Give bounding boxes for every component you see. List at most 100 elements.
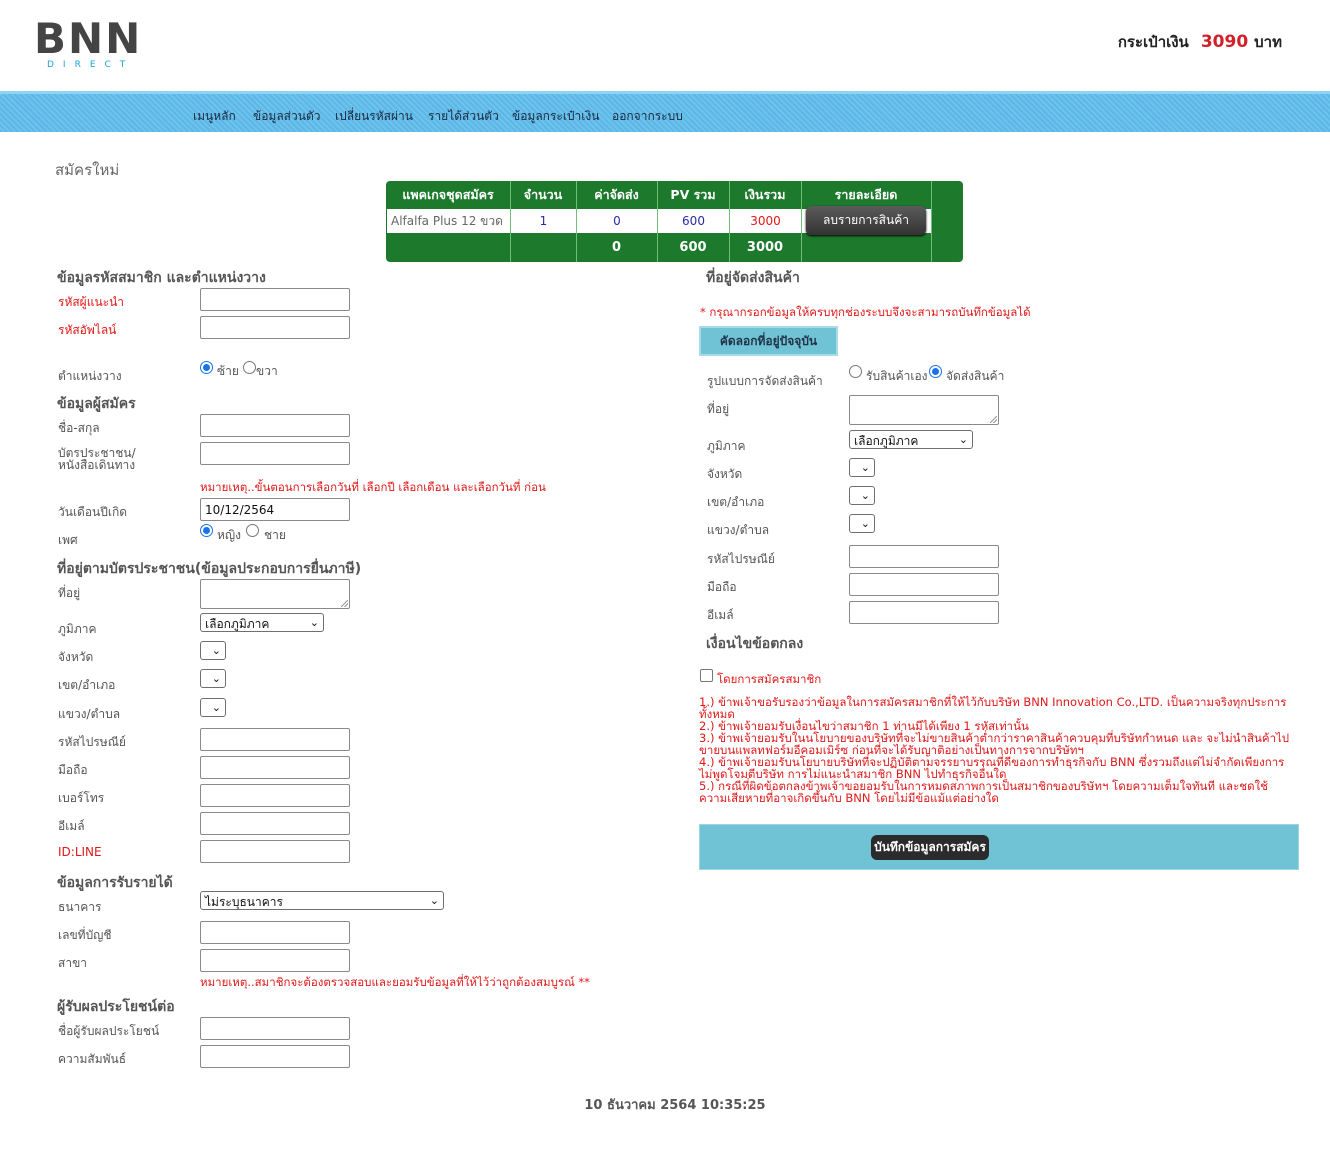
gender-male-radio[interactable] bbox=[246, 524, 259, 537]
postcode-input[interactable] bbox=[200, 728, 350, 751]
ship-subdistrict-select[interactable]: ⌄ bbox=[849, 514, 875, 533]
footer-pv: 600 bbox=[679, 240, 707, 255]
label-account-number: เลขที่บัญชี bbox=[58, 928, 112, 942]
label-line-id: ID:LINE bbox=[58, 845, 102, 859]
terms-line: ความเสียหายที่อาจเกิดขึ้นกับ BNN โดยไม่ม… bbox=[699, 791, 999, 805]
bnn-logo[interactable]: BNN DIRECT bbox=[34, 14, 154, 71]
relationship-input[interactable] bbox=[200, 1045, 350, 1068]
sponsor-code-input[interactable] bbox=[200, 288, 350, 311]
section-income: ข้อมูลการรับรายได้ bbox=[57, 875, 173, 891]
label-ship-province: จังหวัด bbox=[707, 467, 743, 481]
ship-address-textarea[interactable] bbox=[849, 395, 999, 425]
district-select[interactable]: ⌄ bbox=[200, 669, 226, 688]
gender-female-radio[interactable] bbox=[200, 524, 213, 537]
save-panel: บันทึกข้อมูลการสมัคร bbox=[699, 824, 1299, 870]
delete-item-button[interactable]: ลบรายการสินค้า bbox=[806, 206, 926, 235]
terms-text: 1.) ข้าพเจ้าขอรับรองว่าข้อมูลในการสมัครส… bbox=[699, 696, 1304, 804]
logo-text: BNN bbox=[34, 14, 143, 63]
agree-label: โดยการสมัครสมาชิก bbox=[717, 672, 822, 686]
label-province: จังหวัด bbox=[58, 650, 94, 664]
label-delivery-method: รูปแบบการจัดส่งสินค้า bbox=[707, 374, 823, 388]
copy-address-button[interactable]: คัดลอกที่อยู่ปัจจุบัน bbox=[699, 326, 838, 356]
bank-select-value: ไม่ระบุธนาคาร bbox=[205, 895, 283, 909]
label-ship-email: อีเมล์ bbox=[707, 608, 734, 622]
nav-wallet[interactable]: ข้อมูลกระเป๋าเงิน bbox=[512, 107, 599, 126]
footer-total: 3000 bbox=[746, 240, 784, 255]
subdistrict-select[interactable]: ⌄ bbox=[200, 698, 226, 717]
account-number-input[interactable] bbox=[200, 921, 350, 944]
nav-profile[interactable]: ข้อมูลส่วนตัว bbox=[253, 107, 320, 126]
table-divider bbox=[801, 181, 802, 262]
id-card-input[interactable] bbox=[200, 442, 350, 465]
province-select[interactable]: ⌄ bbox=[200, 641, 226, 660]
section-terms: เงื่อนไขข้อตกลง bbox=[706, 636, 804, 652]
chevron-down-icon: ⌄ bbox=[860, 517, 870, 530]
label-full-name: ชื่อ-สกุล bbox=[58, 421, 100, 435]
save-registration-button[interactable]: บันทึกข้อมูลการสมัคร bbox=[871, 835, 989, 860]
row-shipping: 0 bbox=[577, 209, 657, 233]
region-select-value: เลือกภูมิภาค bbox=[205, 617, 270, 631]
delivery-pickup-label: รับสินค้าเอง bbox=[866, 369, 928, 383]
ship-district-select[interactable]: ⌄ bbox=[849, 486, 875, 505]
ship-postcode-input[interactable] bbox=[849, 545, 999, 568]
beneficiary-name-input[interactable] bbox=[200, 1017, 350, 1040]
wallet-amount: 3090 bbox=[1200, 32, 1249, 52]
ship-mobile-input[interactable] bbox=[849, 573, 999, 596]
ship-province-select[interactable]: ⌄ bbox=[849, 458, 875, 477]
chevron-down-icon: ⌄ bbox=[860, 489, 870, 502]
region-select[interactable]: เลือกภูมิภาค ⌄ bbox=[200, 613, 324, 632]
label-relationship: ความสัมพันธ์ bbox=[58, 1052, 127, 1066]
package-table: แพคเกจชุดสมัคร จำนวน ค่าจัดส่ง PV รวม เง… bbox=[386, 181, 963, 262]
section-shipping-address: ที่อยู่จัดส่งสินค้า bbox=[706, 270, 800, 286]
note-date-select: หมายเหตุ..ขั้นตอนการเลือกวันที่ เลือกปี … bbox=[200, 480, 546, 494]
label-upline-code: รหัสอัพไลน์ bbox=[58, 323, 117, 337]
col-header-qty: จำนวน bbox=[523, 187, 563, 202]
footer-datetime: 10 ธันวาคม 2564 10:35:25 bbox=[584, 1098, 766, 1113]
nav-change-password[interactable]: เปลี่ยนรหัสผ่าน bbox=[335, 107, 413, 126]
label-ship-address: ที่อยู่ bbox=[707, 402, 730, 416]
phone-input[interactable] bbox=[200, 784, 350, 807]
label-ship-subdistrict: แขวง/ตำบล bbox=[707, 523, 770, 537]
table-divider bbox=[576, 181, 577, 262]
label-ship-mobile: มือถือ bbox=[707, 580, 737, 594]
chevron-down-icon: ⌄ bbox=[958, 433, 968, 446]
wallet-label: กระเป๋าเงิน bbox=[1117, 33, 1189, 51]
table-divider bbox=[657, 181, 658, 262]
section-applicant: ข้อมูลผู้สมัคร bbox=[57, 396, 136, 412]
label-postcode: รหัสไปรษณีย์ bbox=[58, 735, 126, 749]
position-left-radio[interactable] bbox=[200, 361, 213, 374]
full-name-input[interactable] bbox=[200, 414, 350, 437]
agree-checkbox[interactable] bbox=[700, 669, 713, 682]
upline-code-input[interactable] bbox=[200, 316, 350, 339]
row-total: 3000 bbox=[730, 209, 801, 233]
birth-date-input[interactable] bbox=[200, 498, 350, 521]
nav-logout[interactable]: ออกจากระบบ bbox=[612, 107, 683, 126]
resize-grip-icon[interactable] bbox=[990, 416, 997, 423]
ship-region-select[interactable]: เลือกภูมิภาค ⌄ bbox=[849, 430, 973, 449]
email-input[interactable] bbox=[200, 812, 350, 835]
label-phone: เบอร์โทร bbox=[58, 791, 105, 805]
delivery-ship-radio[interactable] bbox=[929, 365, 942, 378]
label-id-card: บัตรประชาชน/ หนังสือเดินทาง bbox=[58, 447, 136, 471]
nav-income[interactable]: รายได้ส่วนตัว bbox=[428, 107, 499, 126]
table-divider bbox=[931, 181, 932, 262]
label-subdistrict: แขวง/ตำบล bbox=[58, 707, 121, 721]
label-sponsor-code: รหัสผู้แนะนำ bbox=[58, 295, 125, 309]
nav-home[interactable]: เมนูหลัก bbox=[193, 107, 236, 126]
ship-email-input[interactable] bbox=[849, 601, 999, 624]
address-textarea[interactable] bbox=[200, 579, 350, 609]
delivery-ship-label: จัดส่งสินค้า bbox=[946, 369, 1005, 383]
col-header-pv: PV รวม bbox=[670, 187, 716, 202]
delivery-pickup-radio[interactable] bbox=[849, 365, 862, 378]
mobile-input[interactable] bbox=[200, 756, 350, 779]
label-region: ภูมิภาค bbox=[58, 622, 97, 636]
resize-grip-icon[interactable] bbox=[341, 600, 348, 607]
line-id-input[interactable] bbox=[200, 840, 350, 863]
col-header-total: เงินรวม bbox=[744, 187, 786, 202]
label-ship-postcode: รหัสไปรษณีย์ bbox=[707, 552, 775, 566]
branch-input[interactable] bbox=[200, 949, 350, 972]
row-qty: 1 bbox=[511, 209, 576, 233]
bank-select[interactable]: ไม่ระบุธนาคาร ⌄ bbox=[200, 891, 444, 910]
position-right-radio[interactable] bbox=[243, 361, 256, 374]
label-branch: สาขา bbox=[58, 956, 88, 970]
